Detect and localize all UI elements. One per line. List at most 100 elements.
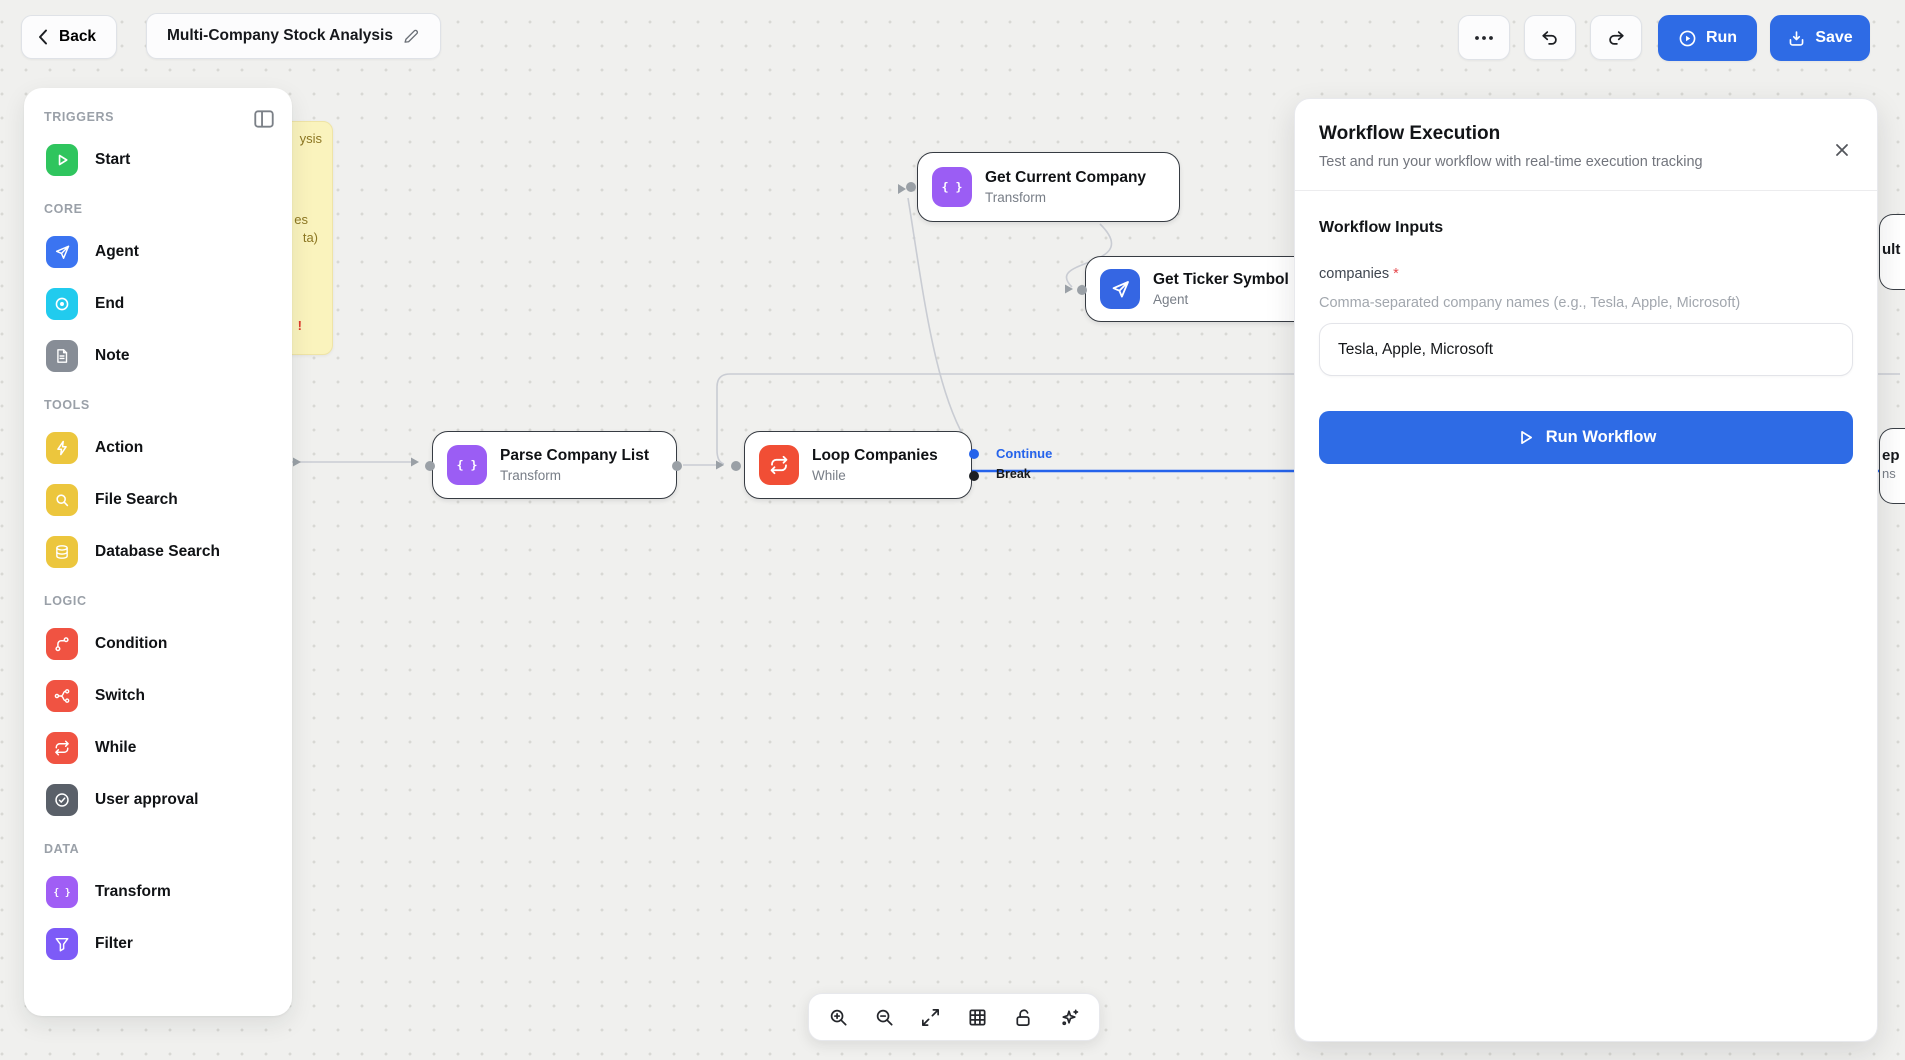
svg-text:{ }: { } xyxy=(942,180,963,194)
branch-icon xyxy=(46,628,78,660)
sidebar-section-header: CORE xyxy=(44,202,272,216)
fit-view-button[interactable] xyxy=(914,1000,948,1034)
edge-continue-to-get-current xyxy=(908,198,973,451)
search-icon xyxy=(46,484,78,516)
sidebar-item-filter[interactable]: Filter xyxy=(42,918,274,970)
input-handle[interactable] xyxy=(1077,285,1087,295)
sidebar-collapse-icon xyxy=(252,107,276,131)
divider xyxy=(1295,190,1877,191)
close-panel-button[interactable] xyxy=(1827,137,1853,163)
continue-handle[interactable] xyxy=(969,449,979,459)
send-icon xyxy=(46,236,78,268)
clipped-node-text: ult xyxy=(1882,241,1905,258)
workflow-inputs-heading: Workflow Inputs xyxy=(1319,219,1853,237)
sidebar-item-label: Switch xyxy=(95,687,145,705)
expand-icon xyxy=(920,1007,941,1028)
clipped-node[interactable]: ep ns xyxy=(1879,428,1905,504)
sticky-text-fragment: ysis xyxy=(300,131,322,146)
sidebar-item-switch[interactable]: Switch xyxy=(42,670,274,722)
grid-icon xyxy=(967,1007,988,1028)
sidebar-section-header: TOOLS xyxy=(44,398,272,412)
lock-canvas-button[interactable] xyxy=(1007,1000,1041,1034)
split-icon xyxy=(46,680,78,712)
braces-icon: { } xyxy=(46,876,78,908)
loop-icon xyxy=(46,732,78,764)
run-workflow-button[interactable]: Run Workflow xyxy=(1319,411,1853,464)
sidebar-item-label: Filter xyxy=(95,935,133,953)
sidebar-item-label: Action xyxy=(95,439,143,457)
sticky-text-fragment: es xyxy=(294,212,308,227)
continue-edge-label: Continue xyxy=(996,446,1052,461)
break-handle[interactable] xyxy=(969,471,979,481)
node-title: Get Current Company xyxy=(985,169,1146,187)
node-title: Parse Company List xyxy=(500,447,649,465)
sidebar-item-start[interactable]: Start xyxy=(42,134,274,186)
zoom-out-icon xyxy=(874,1007,895,1028)
companies-field-label: companies * xyxy=(1319,266,1853,282)
zoom-out-button[interactable] xyxy=(867,1000,901,1034)
sidebar-item-user-approval[interactable]: User approval xyxy=(42,774,274,826)
sidebar-item-agent[interactable]: Agent xyxy=(42,226,274,278)
sidebar-item-while[interactable]: While xyxy=(42,722,274,774)
database-icon xyxy=(46,536,78,568)
break-edge-label: Break xyxy=(996,467,1031,481)
input-handle[interactable] xyxy=(425,461,435,471)
sticky-text-fragment: ! xyxy=(298,318,302,333)
clipped-node-text: ep xyxy=(1882,447,1905,464)
sidebar-item-label: While xyxy=(95,739,136,757)
sidebar-item-label: Condition xyxy=(95,635,167,653)
sidebar-sections: TRIGGERS Start CORE Agent End Note TOOLS Action… xyxy=(42,110,274,970)
note-icon xyxy=(46,340,78,372)
sidebar-section-header: TRIGGERS xyxy=(44,110,272,124)
check-icon xyxy=(46,784,78,816)
node-subtitle: While xyxy=(812,468,938,483)
sidebar-section-header: DATA xyxy=(44,842,272,856)
collapse-sidebar-button[interactable] xyxy=(246,104,276,134)
panel-subtitle: Test and run your workflow with real-tim… xyxy=(1319,154,1853,170)
run-workflow-label: Run Workflow xyxy=(1546,428,1657,447)
sidebar-item-label: Transform xyxy=(95,883,171,901)
svg-text:{ }: { } xyxy=(54,887,71,898)
node-title: Get Ticker Symbol xyxy=(1153,271,1289,289)
zoom-in-button[interactable] xyxy=(821,1000,855,1034)
close-icon xyxy=(1833,141,1851,159)
node-get-current-company[interactable]: { } Get Current Company Transform xyxy=(917,152,1180,222)
sidebar-item-label: Database Search xyxy=(95,543,220,561)
input-handle[interactable] xyxy=(906,182,916,192)
sidebar-item-label: Start xyxy=(95,151,130,169)
node-subtitle: Agent xyxy=(1153,292,1289,307)
sidebar-item-label: User approval xyxy=(95,791,198,809)
companies-field-help: Comma-separated company names (e.g., Tes… xyxy=(1319,295,1853,311)
toggle-grid-button[interactable] xyxy=(960,1000,994,1034)
node-parse-company-list[interactable]: { } Parse Company List Transform xyxy=(432,431,677,499)
node-title: Loop Companies xyxy=(812,447,938,465)
sidebar-item-label: Agent xyxy=(95,243,139,261)
sidebar-section-header: LOGIC xyxy=(44,594,272,608)
svg-text:{ }: { } xyxy=(457,458,478,472)
auto-layout-button[interactable] xyxy=(1053,1000,1087,1034)
node-loop-companies[interactable]: Loop Companies While xyxy=(744,431,972,499)
sidebar-item-label: Note xyxy=(95,347,129,365)
field-label-text: companies xyxy=(1319,266,1389,282)
sticky-text-fragment: ta) xyxy=(303,230,318,245)
companies-input[interactable] xyxy=(1319,323,1853,376)
sidebar-item-transform[interactable]: { } Transform xyxy=(42,866,274,918)
sidebar-item-file-search[interactable]: File Search xyxy=(42,474,274,526)
sidebar-item-action[interactable]: Action xyxy=(42,422,274,474)
clipped-node[interactable]: ult xyxy=(1879,214,1905,290)
sidebar-item-note[interactable]: Note xyxy=(42,330,274,382)
filter-icon xyxy=(46,928,78,960)
send-icon xyxy=(1100,269,1140,309)
sidebar-item-end[interactable]: End xyxy=(42,278,274,330)
canvas-toolbar xyxy=(808,993,1100,1041)
output-handle[interactable] xyxy=(672,461,682,471)
braces-icon: { } xyxy=(447,445,487,485)
node-palette-sidebar: TRIGGERS Start CORE Agent End Note TOOLS Action… xyxy=(24,88,292,1016)
node-subtitle: Transform xyxy=(985,190,1146,205)
sidebar-item-condition[interactable]: Condition xyxy=(42,618,274,670)
sidebar-item-label: File Search xyxy=(95,491,178,509)
sidebar-item-database-search[interactable]: Database Search xyxy=(42,526,274,578)
sidebar-item-label: End xyxy=(95,295,124,313)
zoom-in-icon xyxy=(828,1007,849,1028)
input-handle[interactable] xyxy=(731,461,741,471)
